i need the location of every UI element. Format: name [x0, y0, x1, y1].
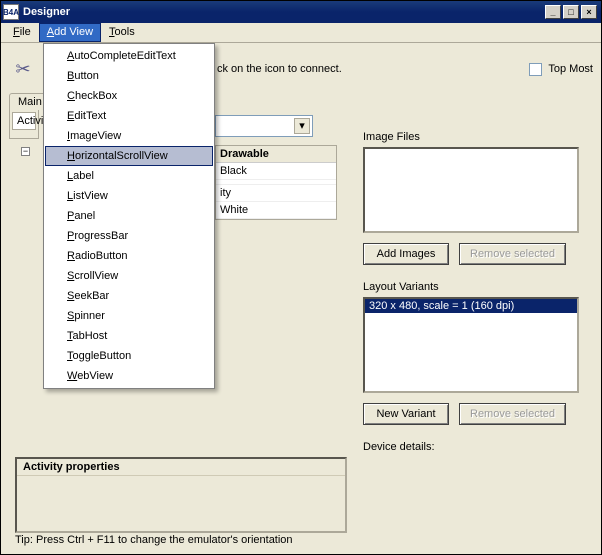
prop-row[interactable]: White	[216, 202, 336, 219]
menu-file[interactable]: File	[5, 23, 39, 42]
topmost-label: Top Most	[548, 63, 593, 75]
topmost-wrap: Top Most	[529, 63, 593, 76]
connect-icon[interactable]: ✂	[9, 57, 37, 81]
layout-variant-selected[interactable]: 320 x 480, scale = 1 (160 dpi)	[365, 299, 577, 313]
add-view-item-button[interactable]: Button	[45, 66, 213, 86]
tree-collapse-icon[interactable]: −	[21, 147, 30, 156]
add-view-item-progressbar[interactable]: ProgressBar	[45, 226, 213, 246]
add-view-item-horizontalscrollview[interactable]: HorizontalScrollView	[45, 146, 213, 166]
add-view-item-checkbox[interactable]: CheckBox	[45, 86, 213, 106]
add-view-dropdown: AutoCompleteEditTextButtonCheckBoxEditTe…	[43, 43, 215, 389]
add-view-item-scrollview[interactable]: ScrollView	[45, 266, 213, 286]
maximize-button[interactable]: □	[563, 5, 579, 19]
add-view-item-seekbar[interactable]: SeekBar	[45, 286, 213, 306]
app-icon: B4A	[3, 4, 19, 20]
menu-bar: File Add View Tools	[1, 23, 601, 43]
window-title: Designer	[23, 6, 70, 18]
add-view-item-autocompleteedittext[interactable]: AutoCompleteEditText	[45, 46, 213, 66]
menu-tools[interactable]: Tools	[101, 23, 143, 42]
device-details-label: Device details:	[363, 441, 587, 453]
close-button[interactable]: ×	[581, 5, 597, 19]
chevron-down-icon[interactable]: ▾	[294, 118, 310, 134]
add-view-item-tabhost[interactable]: TabHost	[45, 326, 213, 346]
add-view-item-webview[interactable]: WebView	[45, 366, 213, 386]
menu-add-view[interactable]: Add View	[39, 23, 101, 42]
image-files-listbox[interactable]	[363, 147, 579, 233]
activity-properties-box: Activity properties	[15, 457, 347, 533]
prop-header: Drawable	[216, 146, 336, 163]
add-view-item-listview[interactable]: ListView	[45, 186, 213, 206]
layout-variants-listbox[interactable]: 320 x 480, scale = 1 (160 dpi)	[363, 297, 579, 393]
tab-body: Activity	[9, 109, 39, 139]
right-column: Image Files Add Images Remove selected L…	[363, 131, 587, 457]
prop-row[interactable]: Black	[216, 163, 336, 180]
activity-properties-header: Activity properties	[17, 459, 345, 476]
remove-variant-button[interactable]: Remove selected	[459, 403, 566, 425]
tip-text: Tip: Press Ctrl + F11 to change the emul…	[15, 534, 293, 546]
connect-status-text: ck on the icon to connect.	[217, 63, 342, 75]
properties-grid: Drawable Black ity White	[215, 145, 337, 220]
new-variant-button[interactable]: New Variant	[363, 403, 449, 425]
add-view-item-togglebutton[interactable]: ToggleButton	[45, 346, 213, 366]
add-view-item-label[interactable]: Label	[45, 166, 213, 186]
add-view-item-radiobutton[interactable]: RadioButton	[45, 246, 213, 266]
title-bar: B4A Designer _ □ ×	[1, 1, 601, 23]
layout-variants-label: Layout Variants	[363, 281, 587, 293]
view-type-combo[interactable]: ▾	[215, 115, 313, 137]
topmost-checkbox[interactable]	[529, 63, 542, 76]
add-images-button[interactable]: Add Images	[363, 243, 449, 265]
prop-row[interactable]: ity	[216, 185, 336, 202]
add-view-item-spinner[interactable]: Spinner	[45, 306, 213, 326]
window-controls: _ □ ×	[545, 5, 597, 19]
add-view-item-panel[interactable]: Panel	[45, 206, 213, 226]
image-files-label: Image Files	[363, 131, 587, 143]
tab-activity[interactable]: Activity	[12, 112, 36, 130]
add-view-item-edittext[interactable]: EditText	[45, 106, 213, 126]
minimize-button[interactable]: _	[545, 5, 561, 19]
add-view-item-imageview[interactable]: ImageView	[45, 126, 213, 146]
remove-images-button[interactable]: Remove selected	[459, 243, 566, 265]
